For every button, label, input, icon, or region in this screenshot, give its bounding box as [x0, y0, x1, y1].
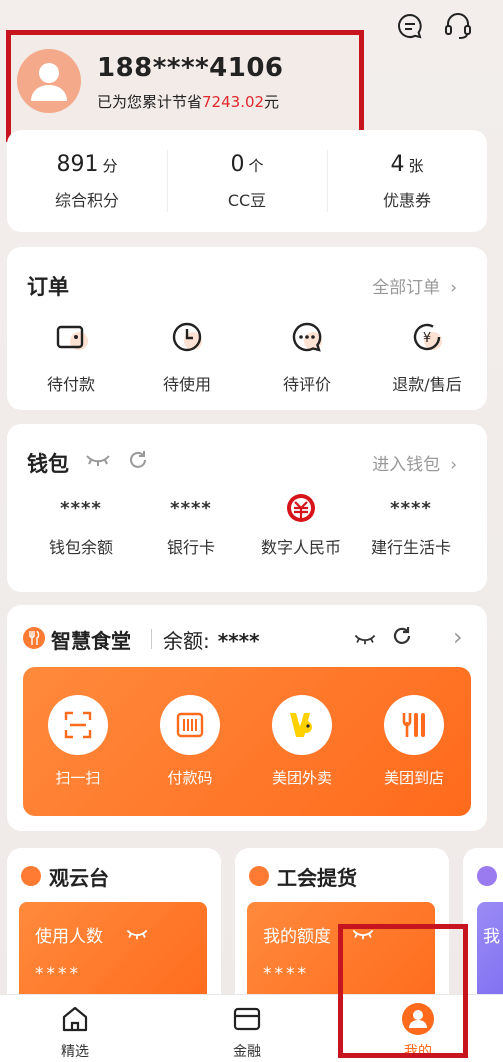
- partial-card-logo-icon: [477, 866, 497, 886]
- divider: [151, 629, 152, 649]
- meituan-waimai-label[interactable]: 美团外卖: [252, 767, 352, 788]
- wallet-balance[interactable]: **** 钱包余额: [21, 494, 141, 558]
- chevron-right-icon: ›: [450, 455, 457, 475]
- phone-number: 188****4106: [97, 53, 284, 83]
- barcode-icon[interactable]: [160, 695, 220, 755]
- chat-icon: [285, 315, 329, 359]
- smart-canteen-card: 智慧食堂 余额: **** › 扫一扫 付款码 美团外卖 美团到店: [7, 605, 487, 831]
- stat-cc-beans[interactable]: 0个 CC豆: [167, 130, 327, 232]
- partial-card[interactable]: 我: [463, 848, 503, 1022]
- enter-wallet-link[interactable]: 进入钱包 ›: [372, 450, 457, 475]
- eye-hidden-icon[interactable]: [85, 452, 111, 472]
- home-icon: [59, 1003, 91, 1035]
- order-pending-review[interactable]: 待评价: [247, 315, 367, 395]
- svg-text:¥: ¥: [423, 331, 431, 346]
- guanyuntai-title: 观云台: [49, 866, 109, 890]
- meituan-waimai-icon[interactable]: [272, 695, 332, 755]
- order-pending-payment[interactable]: 待付款: [11, 315, 131, 395]
- canteen-logo-icon: [23, 627, 45, 649]
- eye-hidden-icon[interactable]: [353, 631, 377, 650]
- all-orders-link[interactable]: 全部订单 ›: [372, 273, 457, 298]
- wallet-title: 钱包: [27, 452, 69, 476]
- orders-card: 订单 全部订单 › 待付款 待使用 待评价 ¥ 退款/售后: [7, 247, 487, 410]
- order-pending-use[interactable]: 待使用: [127, 315, 247, 395]
- guanyuntai-logo-icon: [21, 866, 41, 886]
- union-pickup-title: 工会提货: [277, 866, 357, 890]
- orders-title: 订单: [27, 275, 69, 299]
- chevron-right-icon: ›: [450, 278, 457, 298]
- savings-text: 已为您累计节省7243.02元: [97, 93, 280, 111]
- payment-code-label[interactable]: 付款码: [140, 767, 240, 788]
- stats-card: 891 分 综合积分 0个 CC豆 4张 优惠券: [7, 130, 487, 232]
- stat-points[interactable]: 891 分 综合积分: [7, 130, 167, 232]
- refresh-icon[interactable]: [127, 449, 149, 475]
- refresh-icon[interactable]: [391, 625, 413, 651]
- highlight-box: [338, 924, 468, 1058]
- eye-hidden-icon[interactable]: [125, 926, 149, 945]
- wallet-icon: [49, 315, 93, 359]
- wallet-digital-rmb[interactable]: 数字人民币: [241, 494, 361, 558]
- customer-service-icon[interactable]: [442, 10, 474, 42]
- nav-featured[interactable]: 精选: [30, 999, 120, 1061]
- profile-header[interactable]: 188****4106 已为您累计节省7243.02元: [6, 30, 364, 142]
- chevron-right-icon[interactable]: ›: [453, 623, 463, 651]
- wallet-card: 钱包 进入钱包 › **** 钱包余额 **** 银行卡 数字人民币 **** 建…: [7, 424, 487, 592]
- nav-finance[interactable]: 金融: [202, 999, 292, 1061]
- avatar[interactable]: [17, 49, 81, 113]
- message-icon[interactable]: [394, 10, 426, 42]
- wallet-ccb-life-card[interactable]: **** 建行生活卡: [351, 494, 471, 558]
- union-pickup-logo-icon: [249, 866, 269, 886]
- canteen-balance: 余额: ****: [163, 629, 260, 653]
- savings-amount: 7243.02: [202, 93, 265, 111]
- canteen-actions-panel: 扫一扫 付款码 美团外卖 美团到店: [23, 667, 471, 816]
- wallet-bank-card[interactable]: **** 银行卡: [131, 494, 251, 558]
- card-icon: [231, 1003, 263, 1035]
- scan-icon[interactable]: [48, 695, 108, 755]
- order-refund[interactable]: ¥ 退款/售后: [367, 315, 487, 395]
- scan-label[interactable]: 扫一扫: [28, 767, 128, 788]
- fork-knife-icon[interactable]: [384, 695, 444, 755]
- guanyuntai-card[interactable]: 观云台 使用人数 ****: [7, 848, 221, 1022]
- meituan-daodian-label[interactable]: 美团到店: [364, 767, 464, 788]
- digital-rmb-icon: [241, 494, 361, 522]
- clock-icon: [165, 315, 209, 359]
- refund-icon: ¥: [405, 315, 449, 359]
- canteen-title: 智慧食堂: [51, 629, 131, 653]
- stat-coupons[interactable]: 4张 优惠券: [327, 130, 487, 232]
